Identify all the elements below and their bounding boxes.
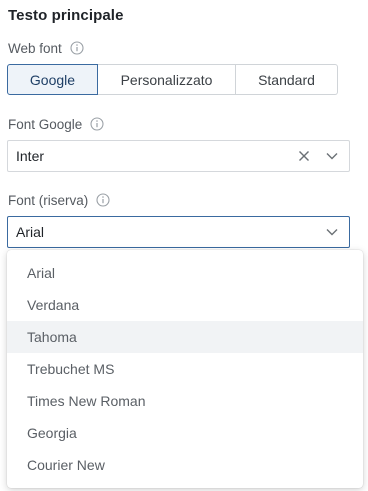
google-font-select[interactable]: Inter: [7, 140, 350, 172]
google-font-value: Inter: [16, 148, 45, 164]
dropdown-option-georgia[interactable]: Georgia: [7, 417, 363, 449]
fallback-font-value: Arial: [16, 224, 45, 240]
info-icon[interactable]: [90, 117, 104, 131]
fallback-font-label: Font (riserva): [8, 192, 89, 208]
google-font-label: Font Google: [8, 116, 83, 132]
section-title: Testo principale: [8, 7, 124, 24]
google-font-label-row: Font Google: [8, 115, 104, 133]
web-font-option-standard[interactable]: Standard: [236, 64, 338, 95]
web-font-label-row: Web font: [8, 39, 84, 57]
dropdown-option-courier-new[interactable]: Courier New: [7, 449, 363, 481]
chevron-down-icon[interactable]: [325, 149, 339, 163]
dropdown-option-verdana[interactable]: Verdana: [7, 289, 363, 321]
close-icon[interactable]: [297, 149, 311, 163]
font-settings-panel: Testo principale Web font Google Persona…: [0, 0, 368, 491]
fallback-font-dropdown-menu: Arial Verdana Tahoma Trebuchet MS Times …: [7, 250, 363, 488]
info-icon[interactable]: [96, 193, 110, 207]
dropdown-option-times-new-roman[interactable]: Times New Roman: [7, 385, 363, 417]
web-font-option-personalizzato[interactable]: Personalizzato: [98, 64, 236, 95]
web-font-label: Web font: [8, 40, 62, 56]
chevron-down-icon[interactable]: [325, 225, 339, 239]
fallback-font-label-row: Font (riserva): [8, 191, 110, 209]
fallback-font-select[interactable]: Arial: [7, 216, 350, 248]
dropdown-option-tahoma[interactable]: Tahoma: [7, 321, 363, 353]
dropdown-option-trebuchet-ms[interactable]: Trebuchet MS: [7, 353, 363, 385]
dropdown-option-arial[interactable]: Arial: [7, 257, 363, 289]
web-font-option-google[interactable]: Google: [7, 64, 98, 95]
info-icon[interactable]: [70, 41, 84, 55]
web-font-segmented-control: Google Personalizzato Standard: [7, 64, 338, 95]
